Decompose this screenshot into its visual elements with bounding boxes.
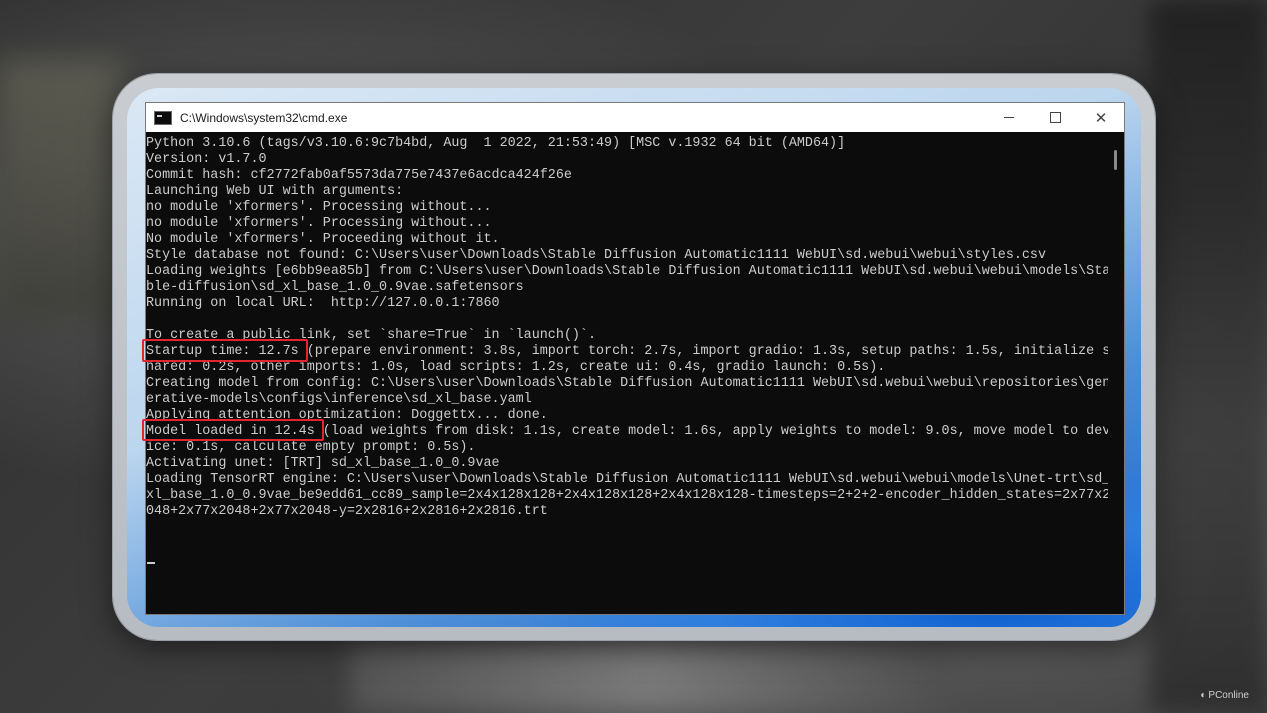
console-line: erative-models\configs\inference\sd_xl_b…: [146, 392, 532, 407]
console-line: Loading weights [e6bb9ea85b] from C:\Use…: [146, 264, 1108, 279]
vertical-scrollbar[interactable]: [1108, 132, 1124, 614]
title-bar[interactable]: C:\Windows\system32\cmd.exe ✕: [146, 103, 1124, 132]
watermark: ◐ PConline: [1200, 690, 1249, 701]
close-icon: ✕: [1094, 108, 1108, 127]
model-loaded-highlight: [142, 419, 324, 441]
console-line: Version: v1.7.0: [146, 152, 267, 167]
background-blur-shape: [1150, 0, 1267, 713]
console-line: ice: 0.1s, calculate empty prompt: 0.5s)…: [146, 440, 476, 455]
console-line: 048+2x77x2048+2x77x2048-y=2x2816+2x2816+…: [146, 504, 548, 519]
startup-time-highlight: [142, 339, 308, 362]
console-line: Creating model from config: C:\Users\use…: [146, 376, 1108, 391]
scrollbar-thumb[interactable]: [1114, 150, 1117, 170]
console-line: no module 'xformers'. Processing without…: [146, 200, 492, 215]
close-button[interactable]: ✕: [1078, 103, 1124, 132]
console-line: Activating unet: [TRT] sd_xl_base_1.0_0.…: [146, 456, 500, 471]
console-line: Loading TensorRT engine: C:\Users\user\D…: [146, 472, 1108, 487]
console-line: No module 'xformers'. Proceeding without…: [146, 232, 500, 247]
console-line: Commit hash: cf2772fab0af5573da775e7437e…: [146, 168, 572, 183]
console-output[interactable]: Python 3.10.6 (tags/v3.10.6:9c7b4bd, Aug…: [146, 132, 1108, 618]
console-line: ble-diffusion\sd_xl_base_1.0_0.9vae.safe…: [146, 280, 524, 295]
background-blur-shape: [350, 640, 950, 713]
watermark-text: PConline: [1208, 690, 1249, 701]
maximize-icon: [1049, 112, 1061, 123]
console-line: xl_base_1.0_0.9vae_be9edd61_cc89_sample=…: [146, 488, 1108, 503]
pconline-logo-icon: ◐: [1200, 690, 1207, 701]
background-blur-shape: [0, 60, 120, 320]
maximize-button[interactable]: [1032, 103, 1078, 132]
cmd-app-icon[interactable]: [154, 110, 172, 125]
console-line: Launching Web UI with arguments:: [146, 184, 404, 199]
console-line: Python 3.10.6 (tags/v3.10.6:9c7b4bd, Aug…: [146, 136, 846, 151]
console-line: Running on local URL: http://127.0.0.1:7…: [146, 296, 500, 311]
console-line: no module 'xformers'. Processing without…: [146, 216, 492, 231]
minimize-icon: [1004, 117, 1014, 118]
text-cursor: [147, 562, 155, 564]
minimize-button[interactable]: [986, 103, 1032, 132]
window-controls: ✕: [986, 103, 1124, 132]
window-title: C:\Windows\system32\cmd.exe: [180, 110, 348, 125]
console-line: Style database not found: C:\Users\user\…: [146, 248, 1046, 263]
console-line: hared: 0.2s, other imports: 1.0s, load s…: [146, 360, 886, 375]
